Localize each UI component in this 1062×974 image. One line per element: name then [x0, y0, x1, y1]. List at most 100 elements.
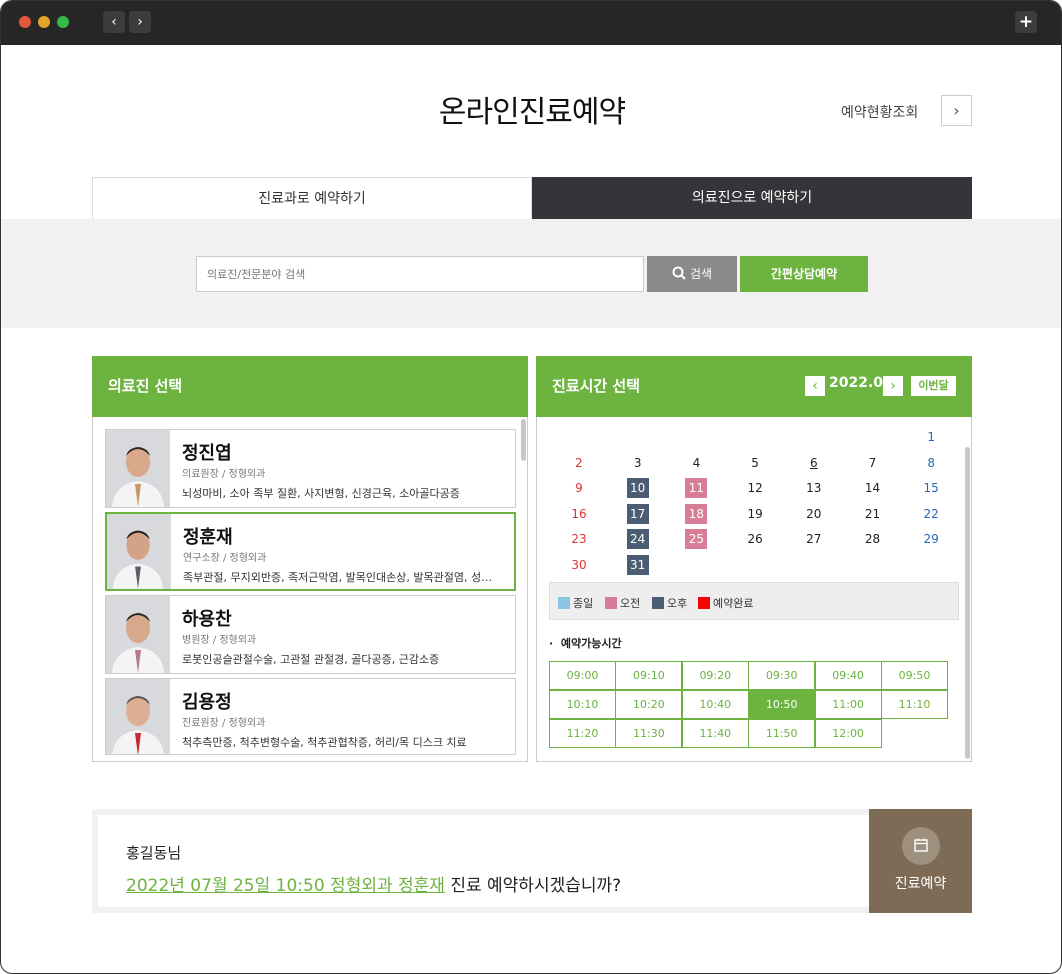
maximize-window-icon[interactable]	[57, 16, 69, 28]
booking-question-text: 진료 예약하시겠습니까?	[444, 876, 622, 896]
calendar-day: 21	[864, 506, 881, 521]
schedule-panel-title: 진료시간 선택	[536, 356, 972, 417]
doctor-panel-title: 의료진 선택	[92, 356, 528, 417]
calendar-icon	[902, 827, 940, 865]
time-slot[interactable]: 10:20	[615, 690, 683, 719]
prev-month-chevron-left-icon[interactable]: ‹	[805, 376, 825, 396]
reservation-lookup-button[interactable]: ›	[941, 95, 972, 126]
browser-window: ‹ › + 온라인진료예약 예약현황조회 › 진료과로 예약하기 의료진으로 예…	[0, 0, 1062, 974]
legend-label: 오전	[620, 597, 641, 610]
legend-label: 예약완료	[713, 597, 754, 610]
time-slot[interactable]: 10:10	[549, 690, 616, 719]
doctor-list-scrollbar[interactable]	[521, 419, 526, 461]
legend-item: 오후	[652, 595, 687, 611]
doctor-card[interactable]: 하용찬 병원장 / 정형외과 로봇인공슬관절수술, 고관절 관절경, 골다공증,…	[105, 595, 516, 674]
doctor-title: 진료원장 / 정형외과	[182, 718, 266, 729]
doctor-card[interactable]: 정진엽 의료원장 / 정형외과 뇌성마비, 소아 족부 질환, 사지변형, 신경…	[105, 429, 516, 508]
reserve-button-label: 진료예약	[894, 876, 947, 892]
calendar-day[interactable]: 25	[685, 529, 708, 549]
tab-by-doctor[interactable]: 의료진으로 예약하기	[532, 177, 972, 219]
title-bar: ‹ › +	[1, 1, 1061, 45]
calendar-day[interactable]: 18	[685, 503, 708, 524]
doctor-photo	[106, 596, 170, 673]
quick-consult-button[interactable]: 간편상담예약	[740, 256, 868, 292]
doctor-title: 병원장 / 정형외과	[182, 635, 257, 646]
calendar-day: 7	[868, 455, 877, 470]
calendar-day[interactable]: 11	[685, 478, 708, 498]
time-slot[interactable]: 09:10	[615, 661, 683, 690]
close-window-icon[interactable]	[19, 16, 31, 28]
new-tab-plus-icon[interactable]: +	[1015, 11, 1037, 33]
reserve-button[interactable]: 진료예약	[869, 809, 972, 913]
this-month-button[interactable]: 이번달	[911, 376, 956, 396]
schedule-scrollbar[interactable]	[965, 447, 970, 759]
doctor-specialties: 족부관절, 무지외반증, 족저근막염, 발목인대손상, 발목관절염, 성…	[183, 571, 493, 584]
calendar-day: 15	[923, 481, 939, 495]
calendar-day: 6	[809, 455, 818, 470]
calendar-day[interactable]: 24	[626, 529, 649, 549]
time-slot[interactable]: 11:30	[615, 719, 683, 748]
schedule-select-panel: 진료시간 선택 ‹ 2022.07 › 이번달 1 2 3 4 5 6 7 8 9 10 11 12 1…	[536, 356, 972, 762]
doctor-card-selected[interactable]: 정훈재 연구소장 / 정형외과 족부관절, 무지외반증, 족저근막염, 발목인대…	[105, 512, 516, 591]
time-slot[interactable]: 09:00	[549, 661, 616, 690]
time-slot[interactable]: 09:20	[681, 661, 749, 690]
doctor-name: 하용찬	[182, 609, 232, 630]
back-arrow-icon[interactable]: ‹	[103, 11, 125, 33]
time-slot[interactable]: 12:00	[814, 719, 882, 748]
legend-swatch	[652, 597, 664, 609]
time-slot[interactable]: 09:30	[748, 661, 816, 690]
calendar-day[interactable]: 17	[626, 503, 649, 524]
calendar-day: 30	[571, 557, 587, 572]
doctor-photo	[106, 430, 170, 507]
legend-item: 종일	[558, 595, 593, 611]
legend-label: 종일	[573, 597, 594, 610]
calendar-day[interactable]: 31	[626, 554, 649, 575]
calendar-day[interactable]: 10	[626, 478, 649, 498]
doctor-search-input[interactable]	[196, 256, 644, 292]
calendar-day: 1	[927, 430, 935, 444]
search-button[interactable]: 검색	[647, 256, 737, 292]
time-slot[interactable]: 09:50	[881, 661, 948, 690]
legend-swatch	[605, 597, 617, 609]
time-slot-selected[interactable]: 10:50	[748, 690, 816, 719]
doctor-photo	[106, 679, 170, 754]
calendar-day: 8	[927, 455, 935, 470]
minimize-window-icon[interactable]	[38, 16, 50, 28]
tab-by-department[interactable]: 진료과로 예약하기	[92, 177, 532, 219]
calendar-day: 27	[806, 532, 822, 546]
calendar-day: 16	[571, 506, 587, 521]
calendar-day: 13	[806, 481, 822, 495]
doctor-specialties: 뇌성마비, 소아 족부 질환, 사지변형, 신경근육, 소아골다공증	[182, 487, 460, 500]
booking-detail-link[interactable]: 2022년 07월 25일 10:50 정형외과 정훈재	[126, 876, 445, 896]
doctor-specialties: 척추측만증, 척추변형수술, 척추관협착증, 허리/목 디스크 치료	[182, 736, 467, 749]
doctor-photo	[107, 514, 171, 589]
doctor-card[interactable]: 김용정 진료원장 / 정형외과 척추측만증, 척추변형수술, 척추관협착증, 허…	[105, 678, 516, 755]
time-slot[interactable]: 11:40	[681, 719, 749, 748]
legend-item: 예약완료	[698, 595, 753, 611]
next-month-chevron-right-icon[interactable]: ›	[883, 376, 903, 396]
time-slot[interactable]: 09:40	[814, 661, 882, 690]
legend-swatch	[558, 597, 570, 609]
booking-summary-text-area: 홍길동님 2022년 07월 25일 10:50 정형외과 정훈재 진료 예약하…	[98, 815, 869, 907]
reservation-lookup-label[interactable]: 예약현황조회	[841, 102, 918, 122]
calendar-day: 3	[633, 455, 642, 470]
calendar-legend: 종일 오전 오후 예약완료	[549, 582, 959, 620]
calendar-day: 26	[747, 532, 763, 546]
time-slot[interactable]: 11:50	[748, 719, 816, 748]
doctor-name: 김용정	[182, 692, 232, 713]
booking-question: 2022년 07월 25일 10:50 정형외과 정훈재 진료 예약하시겠습니까…	[126, 871, 621, 896]
calendar-day: 5	[751, 455, 759, 470]
time-slot[interactable]: 11:20	[549, 719, 616, 748]
calendar-day: 19	[747, 506, 763, 521]
legend-swatch	[698, 597, 710, 609]
doctor-title: 의료원장 / 정형외과	[182, 469, 266, 480]
calendar-day: 12	[747, 481, 763, 495]
time-slot[interactable]: 11:00	[814, 690, 882, 719]
time-slot[interactable]: 11:10	[881, 690, 948, 719]
forward-arrow-icon[interactable]: ›	[129, 11, 151, 33]
calendar-day: 4	[692, 455, 701, 470]
calendar-day: 2	[575, 455, 583, 470]
doctor-specialties: 로봇인공슬관절수술, 고관절 관절경, 골다공증, 근감소증	[182, 653, 440, 666]
user-name: 홍길동님	[126, 844, 182, 862]
time-slot[interactable]: 10:40	[681, 690, 749, 719]
